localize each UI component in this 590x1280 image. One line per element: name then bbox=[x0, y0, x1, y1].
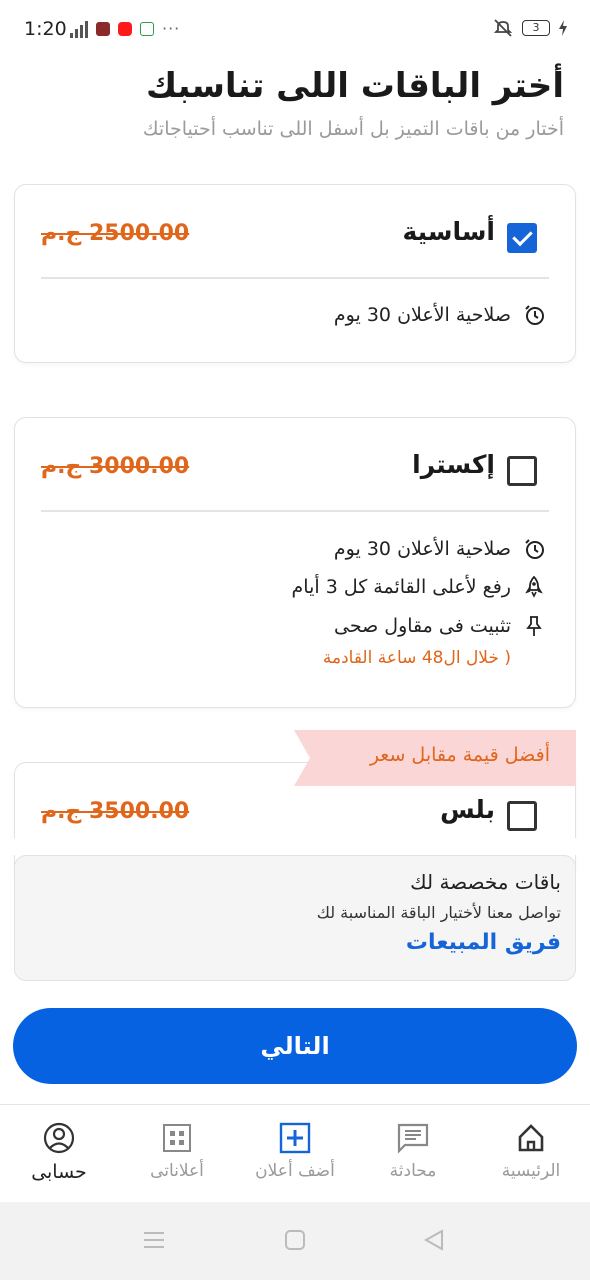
menu-icon[interactable] bbox=[142, 1228, 166, 1252]
next-button[interactable]: التالي bbox=[13, 1008, 577, 1084]
package-checkbox-plus[interactable] bbox=[507, 801, 537, 831]
sales-team-link[interactable]: فريق المبيعات bbox=[406, 930, 561, 955]
grid-icon bbox=[118, 1121, 236, 1155]
clock-icon bbox=[519, 538, 549, 560]
feature-pin: تثبيت فى مقاول صحى bbox=[334, 610, 549, 642]
nav-label: محادثة bbox=[389, 1161, 437, 1181]
package-header: أساسية 2500.00 ج.م bbox=[15, 185, 575, 277]
package-checkbox-basic[interactable] bbox=[507, 223, 537, 253]
page-title: أختر الباقات اللى تناسبك bbox=[145, 66, 564, 106]
nav-home[interactable]: الرئيسية bbox=[472, 1105, 590, 1202]
status-bar: 1:20 ··· 3 bbox=[0, 0, 590, 60]
scroll-mask bbox=[0, 838, 590, 855]
nav-label: أضف أعلان bbox=[255, 1161, 335, 1181]
rocket-icon bbox=[519, 576, 549, 598]
add-box-icon bbox=[236, 1121, 354, 1155]
shop-icon bbox=[140, 21, 154, 36]
chat-icon bbox=[354, 1121, 472, 1155]
custom-text: تواصل معنا لأختيار الباقة المناسبة لك bbox=[316, 903, 561, 922]
feature-validity: صلاحية الأعلان 30 يوم bbox=[334, 533, 549, 565]
package-card-basic[interactable]: أساسية 2500.00 ج.م صلاحية الأعلان 30 يوم bbox=[14, 184, 576, 363]
charging-icon bbox=[559, 20, 567, 36]
home-icon bbox=[472, 1121, 590, 1155]
package-name: بلس bbox=[440, 795, 495, 824]
best-value-ribbon: أفضل قيمة مقابل سعر bbox=[294, 730, 576, 786]
nav-label: حسابى bbox=[31, 1161, 87, 1183]
pin-icon bbox=[519, 615, 549, 637]
signal-icon bbox=[70, 20, 88, 38]
package-price: 3500.00 ج.م bbox=[41, 799, 190, 824]
app-notification-icon bbox=[96, 21, 110, 36]
nav-label: الرئيسية bbox=[501, 1161, 561, 1181]
status-left-icons: ··· bbox=[70, 19, 180, 38]
custom-packages-box: باقات مخصصة لك تواصل معنا لأختيار الباقة… bbox=[14, 855, 576, 981]
mute-icon bbox=[493, 19, 513, 37]
youtube-icon bbox=[118, 21, 132, 36]
nav-label: أعلاناتى bbox=[150, 1161, 204, 1181]
ribbon-text: أفضل قيمة مقابل سعر bbox=[369, 744, 550, 766]
feature-bump: رفع لأعلى القائمة كل 3 أيام bbox=[292, 571, 549, 603]
package-name: أساسية bbox=[402, 217, 496, 246]
package-card-extra[interactable]: إكسترا 3000.00 ج.م صلاحية الأعلان 30 يوم… bbox=[14, 417, 576, 708]
card-divider bbox=[41, 277, 549, 279]
feature-text: تثبيت فى مقاول صحى bbox=[334, 615, 511, 637]
back-icon[interactable] bbox=[422, 1228, 446, 1252]
package-name: إكسترا bbox=[412, 450, 495, 479]
nav-account[interactable]: حسابى bbox=[0, 1105, 118, 1202]
more-notifications-icon: ··· bbox=[162, 19, 181, 38]
custom-title: باقات مخصصة لك bbox=[410, 870, 561, 894]
status-right: 3 bbox=[492, 18, 568, 38]
feature-note: ( خلال ال48 ساعة القادمة bbox=[322, 648, 511, 668]
nav-my-ads[interactable]: أعلاناتى bbox=[118, 1105, 236, 1202]
feature-text: رفع لأعلى القائمة كل 3 أيام bbox=[291, 576, 511, 598]
nav-chat[interactable]: محادثة bbox=[354, 1105, 472, 1202]
nav-add-ad[interactable]: أضف أعلان bbox=[236, 1105, 354, 1202]
account-icon bbox=[0, 1121, 118, 1155]
package-checkbox-extra[interactable] bbox=[507, 456, 537, 486]
feature-text: صلاحية الأعلان 30 يوم bbox=[333, 304, 511, 326]
home-square-icon[interactable] bbox=[283, 1228, 307, 1252]
feature-text: صلاحية الأعلان 30 يوم bbox=[333, 538, 511, 560]
package-price: 3000.00 ج.م bbox=[41, 454, 190, 479]
battery-icon: 3 bbox=[522, 20, 550, 36]
card-divider bbox=[41, 510, 549, 512]
package-price: 2500.00 ج.م bbox=[41, 221, 190, 246]
package-header: إكسترا 3000.00 ج.م bbox=[15, 418, 575, 510]
clock-icon bbox=[519, 304, 549, 326]
feature-validity: صلاحية الأعلان 30 يوم bbox=[334, 299, 549, 331]
status-time: 1:20 bbox=[24, 18, 67, 40]
page-subtitle: أختار من باقات التميز بل أسفل اللى تناسب… bbox=[142, 118, 564, 140]
bottom-nav: حسابى أعلاناتى أضف أعلان محادثة الرئيسية bbox=[0, 1104, 590, 1202]
system-nav-bar bbox=[0, 1202, 590, 1280]
